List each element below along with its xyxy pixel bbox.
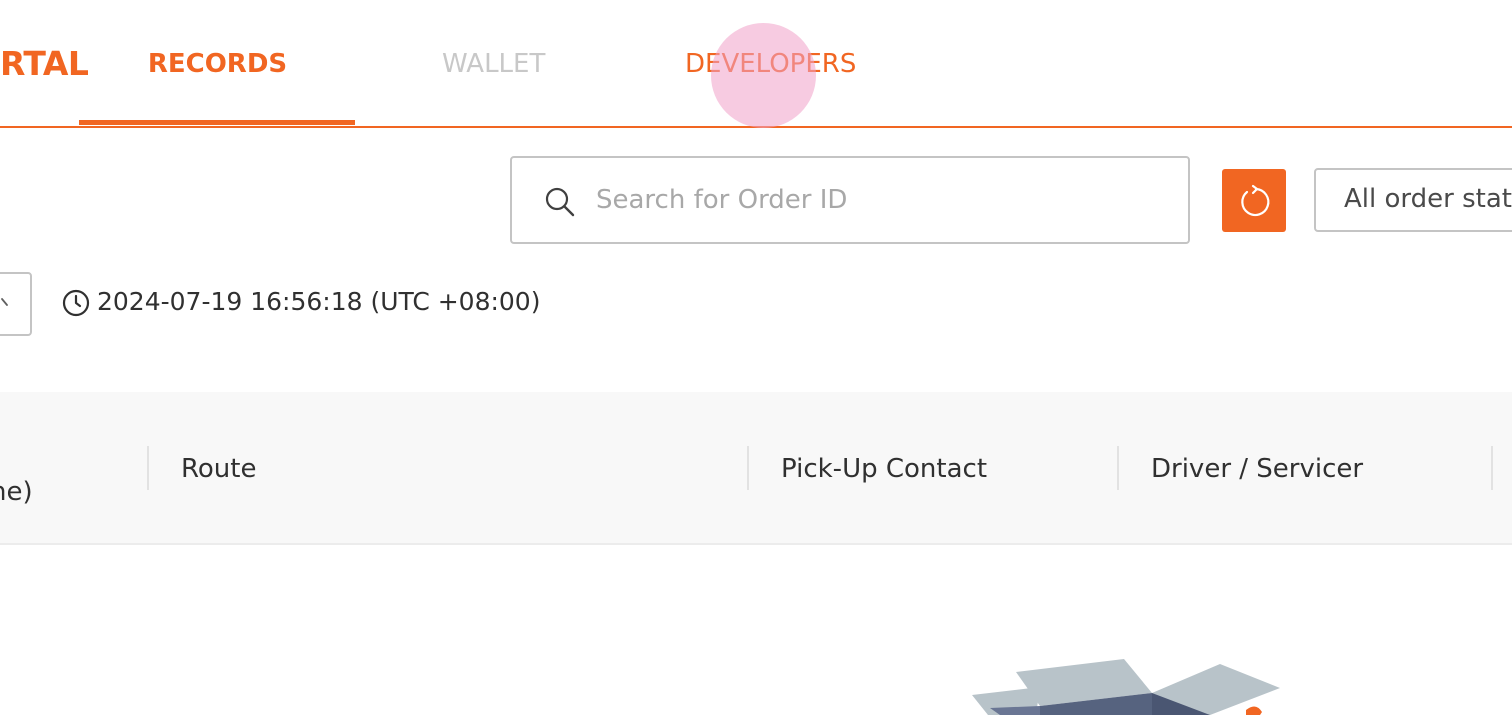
order-status-value: All order stat — [1344, 184, 1512, 214]
search-icon — [545, 187, 575, 217]
portal-brand-title: RTAL — [0, 44, 89, 83]
tab-developers[interactable]: DEVELOPERS — [685, 48, 856, 80]
top-nav: RTAL RECORDS WALLET DEVELOPERS — [0, 0, 1512, 128]
column-header-driver-servicer: Driver / Servicer — [1151, 454, 1364, 484]
order-search-box[interactable] — [510, 156, 1190, 244]
date-range-select[interactable] — [0, 272, 32, 336]
nav-divider — [0, 126, 1512, 128]
refresh-icon — [1241, 184, 1270, 217]
column-divider — [747, 446, 749, 490]
column-divider — [147, 446, 149, 490]
search-input[interactable] — [596, 178, 1156, 222]
tab-wallet[interactable]: WALLET — [442, 48, 545, 80]
column-header-time: ne) — [0, 477, 33, 507]
column-header-route: Route — [181, 454, 257, 484]
last-updated-timestamp: 2024-07-19 16:56:18 (UTC +08:00) — [97, 287, 541, 316]
refresh-button[interactable] — [1222, 169, 1286, 232]
active-tab-indicator — [79, 120, 355, 125]
empty-box-illustration — [972, 659, 1280, 715]
clock-icon — [62, 289, 90, 317]
column-divider — [1491, 446, 1493, 490]
chevron-down-icon — [1, 298, 8, 306]
order-status-select[interactable]: All order stat — [1314, 168, 1512, 232]
tab-records[interactable]: RECORDS — [80, 48, 355, 80]
table-header: ne) Route Pick-Up Contact Driver / Servi… — [0, 392, 1512, 545]
column-divider — [1117, 446, 1119, 490]
column-header-pickup-contact: Pick-Up Contact — [781, 454, 988, 484]
